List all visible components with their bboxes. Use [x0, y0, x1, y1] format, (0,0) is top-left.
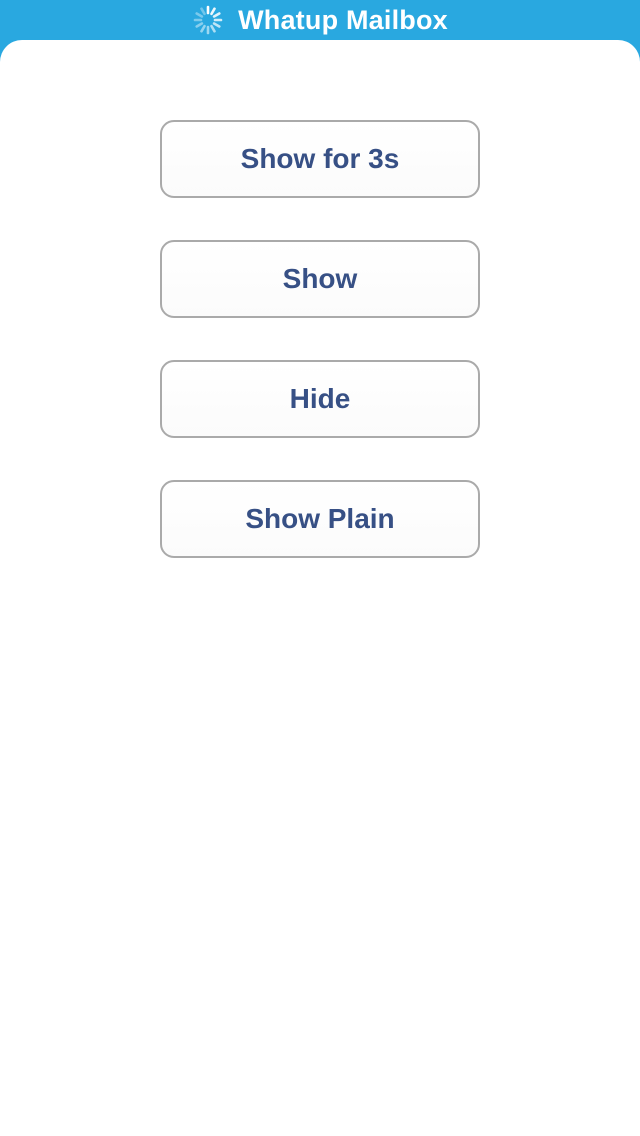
status-bar: Whatup Mailbox: [0, 0, 640, 40]
status-bar-content: Whatup Mailbox: [192, 4, 448, 36]
activity-spinner-icon: [193, 5, 223, 35]
show-plain-button[interactable]: Show Plain: [160, 480, 480, 558]
show-button[interactable]: Show: [160, 240, 480, 318]
show-for-3s-button[interactable]: Show for 3s: [160, 120, 480, 198]
hide-button[interactable]: Hide: [160, 360, 480, 438]
main-view: Show for 3s Show Hide Show Plain: [0, 40, 640, 1136]
status-bar-title: Whatup Mailbox: [238, 4, 448, 35]
